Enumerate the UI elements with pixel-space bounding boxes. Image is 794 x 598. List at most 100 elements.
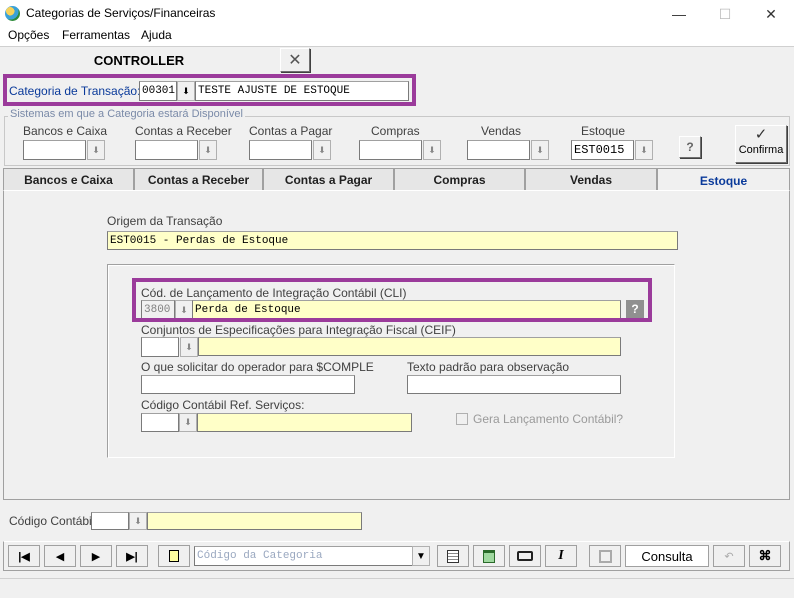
printer-icon — [517, 551, 533, 561]
confirm-label: Confirma — [738, 144, 784, 156]
cod-ref-label: Código Contábil Ref. Serviços: — [141, 398, 305, 412]
sistema-lookup-compras[interactable]: ⬇ — [423, 140, 441, 160]
tab-vendas[interactable]: Vendas — [525, 168, 657, 190]
cod-ref-code-field[interactable] — [141, 413, 179, 432]
sistema-label-compras: Compras — [371, 124, 420, 138]
next-record-button[interactable]: ▶ — [80, 545, 112, 567]
first-record-button[interactable]: |◀ — [8, 545, 40, 567]
mode-indicator: Consulta — [625, 545, 709, 567]
maximize-icon: ☐ — [718, 5, 732, 22]
cod-ref-lookup-button[interactable]: ⬇ — [179, 413, 197, 432]
sistema-lookup-pagar[interactable]: ⬇ — [313, 140, 331, 160]
undo-icon: ↶ — [724, 550, 734, 563]
italic-i-icon: I — [558, 548, 564, 563]
obs-label: Texto padrão para observação — [407, 360, 570, 374]
header-close-button[interactable]: ✕ — [280, 48, 310, 72]
info-button[interactable]: I — [545, 545, 577, 567]
sistema-lookup-vendas[interactable]: ⬇ — [531, 140, 549, 160]
minimize-icon: — — [672, 6, 686, 22]
first-icon: |◀ — [18, 550, 30, 563]
tab-bancos-caixa[interactable]: Bancos e Caixa — [3, 168, 134, 190]
origem-label: Origem da Transação — [107, 214, 223, 228]
binoculars-icon: ⌘ — [758, 548, 772, 563]
new-record-button[interactable] — [158, 545, 190, 567]
tab-compras[interactable]: Compras — [394, 168, 525, 190]
save-icon — [598, 549, 612, 563]
category-search-dropdown[interactable]: ▼ — [412, 546, 430, 566]
delete-button[interactable] — [473, 545, 505, 567]
close-button[interactable]: ✕ — [748, 0, 794, 28]
x-icon: ✕ — [288, 52, 302, 69]
sistema-label-pagar: Contas a Pagar — [249, 124, 333, 138]
sistema-field-bancos[interactable] — [23, 140, 86, 160]
arrow-down-icon: ⬇ — [184, 417, 192, 427]
tab-contas-pagar[interactable]: Contas a Pagar — [263, 168, 394, 190]
arrow-down-icon: ⬇ — [204, 144, 212, 155]
codigo-contabil-code-field[interactable] — [91, 512, 129, 530]
last-record-button[interactable]: ▶| — [116, 545, 148, 567]
ceif-lookup-button[interactable]: ⬇ — [180, 337, 198, 357]
comple-field[interactable] — [141, 375, 355, 394]
cod-ref-description-field — [197, 413, 412, 432]
arrow-down-icon: ⬇ — [185, 341, 193, 352]
sistema-field-vendas[interactable] — [467, 140, 530, 160]
sistema-field-receber[interactable] — [135, 140, 198, 160]
sistema-field-estoque[interactable]: EST0015 — [571, 140, 634, 160]
tab-contas-receber[interactable]: Contas a Receber — [134, 168, 263, 190]
comple-label: O que solicitar do operador para $COMPLE — [141, 360, 374, 374]
status-bar — [0, 578, 794, 598]
help-button[interactable]: ? — [679, 136, 701, 158]
ceif-code-field[interactable] — [141, 337, 179, 357]
arrow-down-icon: ⬇ — [92, 144, 100, 155]
sistema-label-vendas: Vendas — [481, 124, 522, 138]
sistema-field-pagar[interactable] — [249, 140, 312, 160]
question-icon: ? — [686, 140, 694, 154]
check-icon: ✓ — [754, 126, 768, 143]
menu-opcoes[interactable]: Opções — [8, 28, 49, 42]
codigo-contabil-label: Código Contábil: — [9, 514, 98, 528]
sistema-lookup-receber[interactable]: ⬇ — [199, 140, 217, 160]
arrow-down-icon: ⬇ — [318, 144, 326, 155]
arrow-down-icon: ⬇ — [428, 144, 436, 155]
sistema-label-receber: Contas a Receber — [135, 124, 232, 138]
print-button[interactable] — [509, 545, 541, 567]
undo-button[interactable]: ↶ — [713, 545, 745, 567]
chevron-down-icon: ▼ — [416, 550, 426, 562]
arrow-down-icon: ⬇ — [134, 515, 142, 526]
save-button[interactable] — [589, 545, 621, 567]
ceif-description-field — [198, 337, 621, 356]
module-title: CONTROLLER — [93, 52, 185, 68]
new-document-icon — [169, 550, 179, 562]
minimize-button[interactable]: — — [656, 0, 702, 28]
find-button[interactable]: ⌘ — [749, 545, 781, 567]
menu-ajuda[interactable]: Ajuda — [141, 28, 172, 42]
close-icon: ✕ — [765, 5, 777, 22]
app-icon — [5, 6, 20, 21]
arrow-down-icon: ⬇ — [640, 144, 648, 155]
gera-label: Gera Lançamento Contábil? — [473, 412, 624, 426]
next-icon: ▶ — [91, 550, 101, 563]
sistema-label-estoque: Estoque — [581, 124, 626, 138]
sistema-field-compras[interactable] — [359, 140, 422, 160]
menu-ferramentas[interactable]: Ferramentas — [62, 28, 130, 42]
confirm-button[interactable]: ✓ Confirma — [735, 125, 787, 163]
tab-estoque[interactable]: Estoque — [657, 168, 790, 192]
last-icon: ▶| — [126, 550, 138, 563]
edit-button[interactable] — [437, 545, 469, 567]
previous-record-button[interactable]: ◀ — [44, 545, 76, 567]
category-search-combo[interactable]: Código da Categoria — [194, 546, 430, 566]
sistema-lookup-estoque[interactable]: ⬇ — [635, 140, 653, 160]
origem-field: EST0015 - Perdas de Estoque — [107, 231, 678, 250]
gera-checkbox[interactable] — [456, 413, 468, 425]
arrow-down-icon: ⬇ — [536, 144, 544, 155]
trash-icon — [483, 549, 495, 563]
edit-doc-icon — [447, 549, 459, 563]
sistemas-group-label: Sistemas em que a Categoria estará Dispo… — [8, 108, 245, 120]
maximize-button[interactable]: ☐ — [702, 0, 748, 28]
sistema-lookup-bancos[interactable]: ⬇ — [87, 140, 105, 160]
previous-icon: ◀ — [55, 550, 65, 563]
codigo-contabil-description-field — [147, 512, 362, 530]
obs-field[interactable] — [407, 375, 621, 394]
codigo-contabil-lookup-button[interactable]: ⬇ — [129, 512, 147, 530]
sistema-label-bancos: Bancos e Caixa — [23, 124, 108, 138]
